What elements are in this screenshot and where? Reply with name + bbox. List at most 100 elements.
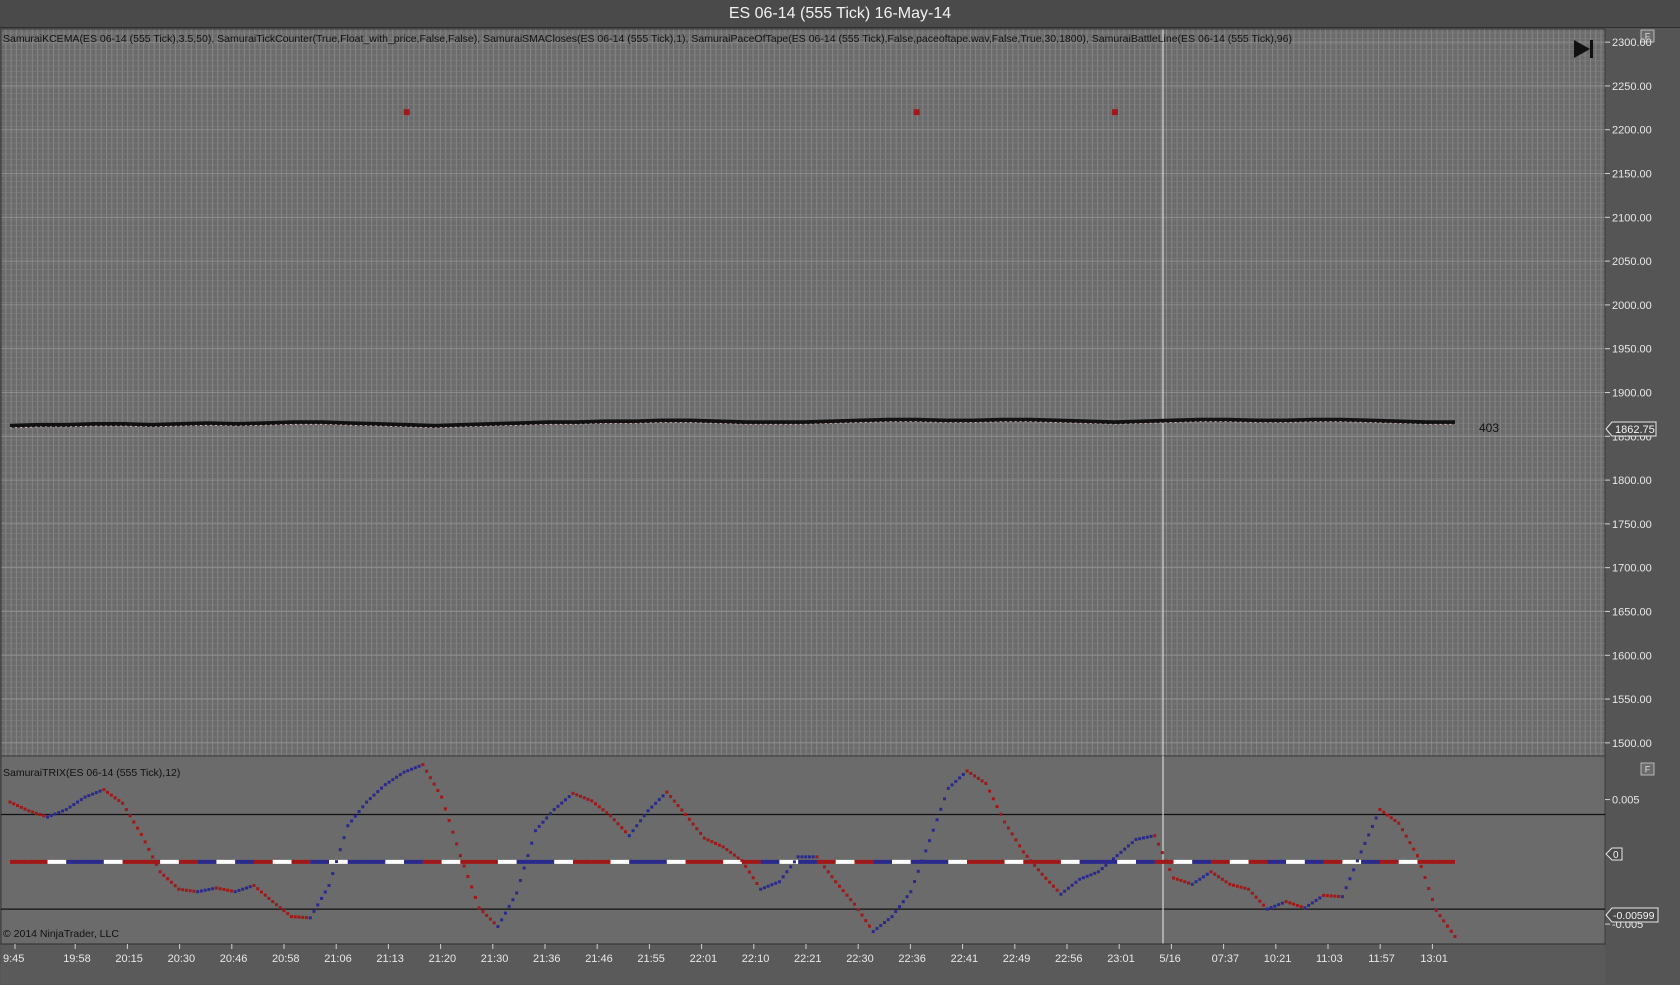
- trix-point: [1310, 901, 1314, 905]
- price-tick-label: 1500.00: [1612, 738, 1652, 750]
- trix-point: [1205, 872, 1209, 876]
- price-tick-label: 1550.00: [1612, 694, 1652, 706]
- trix-point: [582, 796, 586, 800]
- trix-point: [432, 782, 436, 786]
- trix-point: [785, 870, 789, 874]
- trix-point: [958, 776, 962, 780]
- time-axis[interactable]: 9:45 19:58 20:15 20:30 20:46 20:58 21:06 21:13 2…: [1, 943, 1605, 984]
- trix-point: [1262, 903, 1266, 907]
- price-tick-label: 1600.00: [1612, 650, 1652, 662]
- price-tick-label: 1700.00: [1612, 563, 1652, 575]
- trix-point: [541, 820, 545, 824]
- trix-point: [106, 790, 110, 794]
- trix-point: [1172, 876, 1176, 880]
- trix-point: [1415, 854, 1419, 858]
- trix-point: [597, 805, 601, 809]
- trix-point: [154, 862, 158, 866]
- trix-point: [312, 909, 316, 913]
- time-tick-label: 21:20: [429, 953, 457, 965]
- trix-point: [1044, 876, 1048, 880]
- copyright-label: © 2014 NinjaTrader, LLC: [3, 928, 119, 940]
- trix-point: [1141, 836, 1145, 840]
- trix-point: [1299, 905, 1303, 909]
- trix-point: [31, 810, 35, 814]
- trix-point: [1066, 886, 1070, 890]
- trix-point: [1314, 898, 1318, 902]
- trix-point: [792, 860, 796, 864]
- trix-point: [984, 781, 988, 785]
- time-tick-label: 20:15: [115, 953, 143, 965]
- trix-point: [1352, 868, 1356, 872]
- trix-point: [710, 840, 714, 844]
- trix-point: [646, 809, 650, 813]
- trix-point: [173, 884, 177, 888]
- trix-point: [181, 888, 185, 892]
- trix-point: [503, 911, 507, 915]
- trix-point: [211, 887, 215, 891]
- trix-point: [481, 910, 485, 914]
- trix-point: [526, 854, 530, 858]
- trix-label: SamuraiTRIX(ES 06-14 (555 Tick),12): [3, 767, 180, 779]
- trix-point: [320, 896, 324, 900]
- trix-point: [485, 913, 489, 917]
- trix-point: [939, 807, 943, 811]
- price-axis[interactable]: 2300.00 2250.00 2200.00 2150.00 2100.00 2050.…: [1605, 37, 1652, 750]
- price-tick-label: 1900.00: [1612, 388, 1652, 400]
- trix-point: [417, 764, 421, 768]
- trix-point: [199, 889, 203, 893]
- chart-area[interactable]: SamuraiKCEMA(ES 06-14 (555 Tick),3.5,50)…: [0, 27, 1680, 985]
- trix-point: [609, 814, 613, 818]
- trix-point: [271, 900, 275, 904]
- price-panel: SamuraiKCEMA(ES 06-14 (555 Tick),3.5,50)…: [0, 28, 1657, 757]
- trix-point: [920, 859, 924, 863]
- trix-point: [38, 813, 42, 817]
- trix-point: [1277, 903, 1281, 907]
- trix-point: [1040, 872, 1044, 876]
- trix-point: [594, 802, 598, 806]
- price-tick-label: 2100.00: [1612, 212, 1652, 224]
- trix-point: [1190, 882, 1194, 886]
- time-tick-label: 22:41: [951, 953, 979, 965]
- trix-point: [143, 840, 147, 844]
- trix-point: [252, 883, 256, 887]
- trix-point: [23, 807, 27, 811]
- trix-point: [624, 830, 628, 834]
- trix-point: [83, 795, 87, 799]
- trix-point: [1265, 907, 1269, 911]
- window-title: ES 06-14 (555 Tick) 16-May-14: [728, 5, 952, 22]
- trix-point: [1111, 857, 1115, 861]
- trix-point: [672, 799, 676, 803]
- trix-point: [545, 816, 549, 820]
- trix-point: [1412, 847, 1416, 851]
- trix-point: [533, 829, 537, 833]
- trix-point: [635, 824, 639, 828]
- trix-point: [492, 921, 496, 925]
- trix-point: [410, 767, 414, 771]
- trix-point: [886, 918, 890, 922]
- trix-point: [263, 893, 267, 897]
- trix-point: [1419, 865, 1423, 869]
- trix-point: [654, 801, 658, 805]
- time-tick-label: 21:06: [324, 953, 352, 965]
- trix-panel: SamuraiTRIX(ES 06-14 (555 Tick),12) © 20…: [0, 755, 1659, 945]
- trix-point: [879, 924, 883, 928]
- trix-point: [777, 880, 781, 884]
- trix-point: [1363, 841, 1367, 845]
- trix-point: [282, 909, 286, 913]
- trix-point: [147, 847, 151, 851]
- trix-point: [522, 866, 526, 870]
- trix-point: [661, 794, 665, 798]
- trix-point: [1220, 877, 1224, 881]
- trix-point: [1085, 874, 1089, 878]
- trix-point: [380, 786, 384, 790]
- trix-point: [229, 889, 233, 893]
- trix-panel-properties-button[interactable]: F: [1640, 762, 1655, 776]
- time-tick-label: 21:36: [533, 953, 561, 965]
- trix-point: [1280, 901, 1284, 905]
- trix-point: [1250, 891, 1254, 895]
- trix-point: [560, 801, 564, 805]
- time-tick-label: 20:46: [220, 953, 248, 965]
- trix-point: [518, 879, 522, 883]
- trix-point: [214, 886, 218, 890]
- trix-point: [256, 887, 260, 891]
